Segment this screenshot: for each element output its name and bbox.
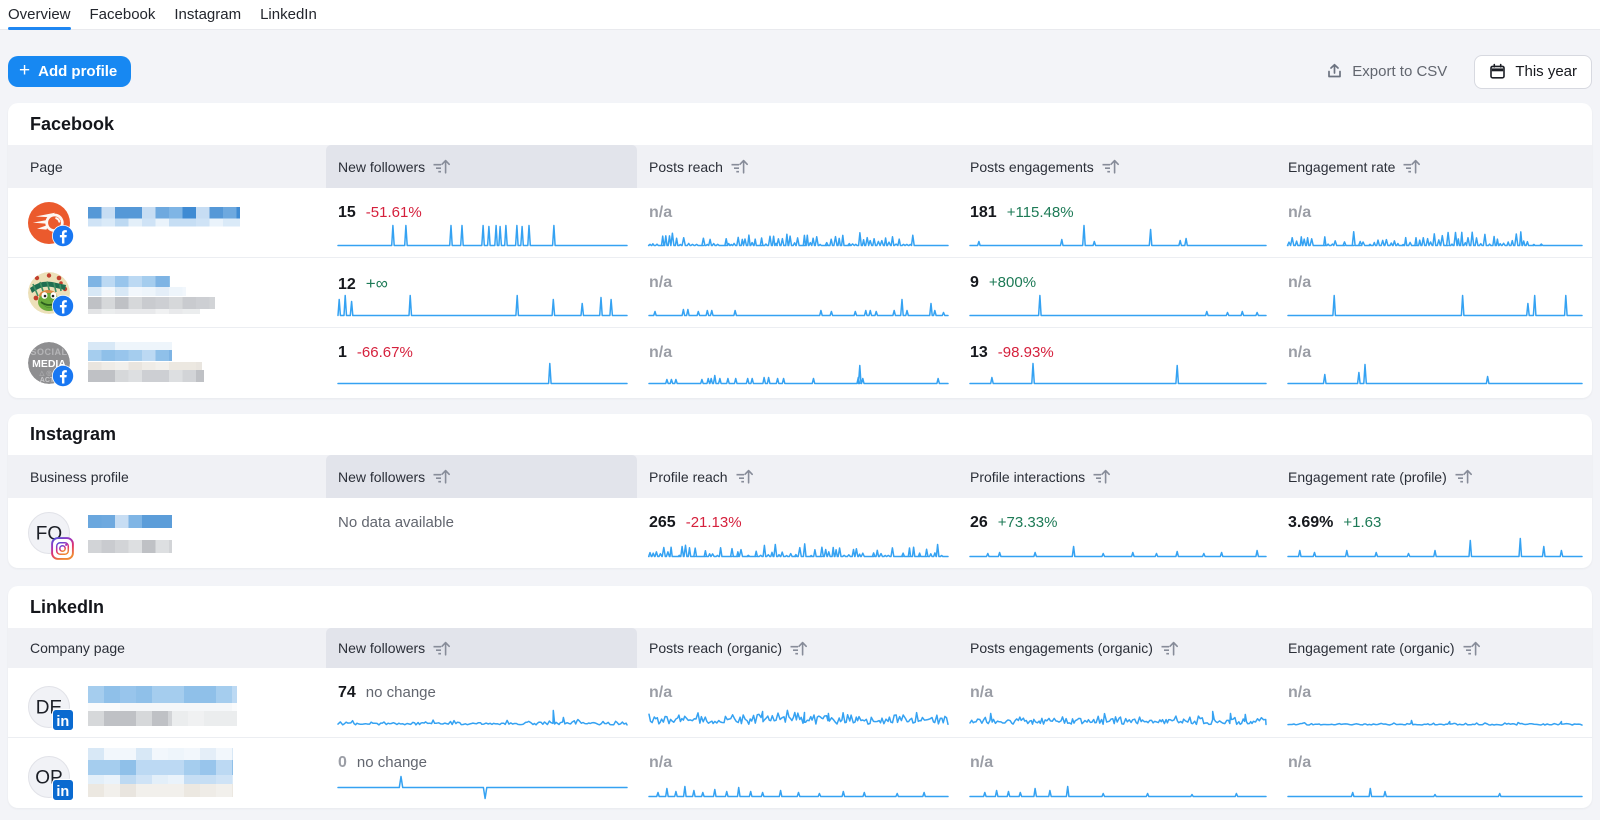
svg-text:in: in xyxy=(56,714,69,730)
svg-text:SOCIAL: SOCIAL xyxy=(30,347,67,357)
svg-text:in: in xyxy=(56,784,69,800)
